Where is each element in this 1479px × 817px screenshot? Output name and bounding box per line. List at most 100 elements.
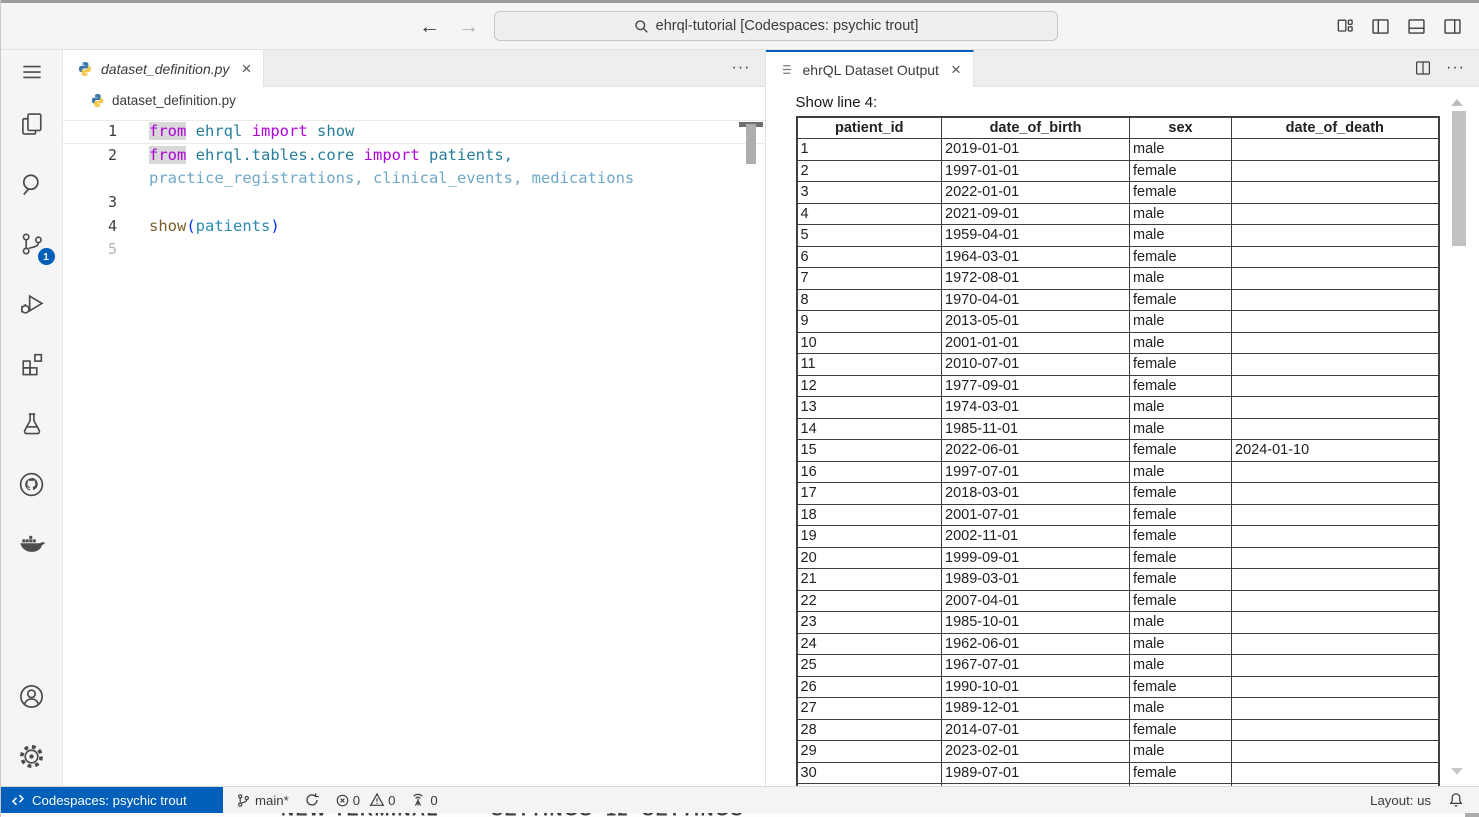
table-cell	[1232, 784, 1439, 787]
tab-close-icon[interactable]: ×	[951, 61, 961, 78]
table-cell	[1232, 375, 1439, 397]
run-debug-icon	[18, 290, 46, 318]
table-cell: 23	[797, 612, 942, 634]
table-cell: 2023-02-01	[942, 741, 1130, 763]
clipped-scrollbar-corner	[1465, 813, 1479, 817]
docker-button[interactable]	[1, 514, 63, 574]
table-cell: 8	[797, 289, 942, 311]
table-cell: 9	[797, 311, 942, 333]
table-cell: male	[1130, 741, 1232, 763]
table-cell: 1964-03-01	[942, 246, 1130, 268]
code-line[interactable]: 5	[63, 238, 765, 262]
breadcrumb[interactable]: dataset_definition.py	[63, 87, 765, 113]
code-line[interactable]: 2from ehrql.tables.core import patients,	[63, 144, 765, 168]
menu-button[interactable]	[1, 50, 63, 94]
status-bar-left: main* 0 0	[223, 792, 438, 808]
code-line[interactable]: 3	[63, 191, 765, 215]
code-line[interactable]: practice_registrations, clinical_events,…	[63, 167, 765, 191]
table-cell: 1989-03-01	[942, 569, 1130, 591]
table-cell: 2022-06-01	[942, 440, 1130, 462]
table-row: 131974-03-01male	[797, 397, 1439, 419]
table-cell	[1232, 741, 1439, 763]
line-number: 4	[63, 215, 117, 239]
code-line[interactable]: 1from ehrql import show	[63, 120, 765, 144]
table-row: 152022-06-01female2024-01-10	[797, 440, 1439, 462]
table-row: 261990-10-01female	[797, 676, 1439, 698]
split-editor-icon[interactable]	[1414, 59, 1432, 77]
table-cell: male	[1130, 332, 1232, 354]
accounts-button[interactable]	[1, 666, 63, 726]
extensions-button[interactable]	[1, 334, 63, 394]
table-cell: female	[1130, 676, 1232, 698]
title-bar: ← → ehrql-tutorial [Codespaces: psychic …	[1, 3, 1479, 50]
branch-indicator[interactable]: main*	[236, 793, 289, 808]
table-cell	[1232, 397, 1439, 419]
code-text: show(patients)	[117, 215, 280, 239]
back-arrow-icon[interactable]: ←	[419, 16, 440, 37]
table-cell: 2010-07-01	[942, 354, 1130, 376]
extensions-icon	[18, 350, 46, 378]
nav-arrows: ← →	[419, 16, 479, 37]
table-row: 251967-07-01male	[797, 655, 1439, 677]
scroll-up-arrow-icon[interactable]	[1451, 99, 1463, 106]
code-text: from ehrql import show	[117, 120, 354, 144]
table-cell	[1232, 676, 1439, 698]
editor-scrollbar-thumb[interactable]	[746, 124, 756, 164]
sync-button[interactable]	[304, 792, 320, 808]
warnings-icon	[369, 792, 385, 808]
table-cell: male	[1130, 139, 1232, 161]
table-cell: female	[1130, 762, 1232, 784]
github-button[interactable]	[1, 454, 63, 514]
table-cell	[1232, 182, 1439, 204]
panel-scrollbar-thumb[interactable]	[1452, 111, 1466, 246]
table-cell: 1967-07-01	[942, 655, 1130, 677]
more-actions-icon[interactable]: ···	[732, 59, 751, 77]
table-cell: male	[1130, 633, 1232, 655]
customize-layout-icon[interactable]	[1335, 16, 1355, 36]
table-cell: 2007-04-01	[942, 590, 1130, 612]
table-cell: 2024-01-10	[1232, 440, 1439, 462]
line-number: 5	[63, 238, 117, 262]
layout-indicator[interactable]: Layout: us	[1370, 793, 1431, 808]
toggle-primary-sidebar-icon[interactable]	[1370, 16, 1391, 37]
toggle-panel-icon[interactable]	[1406, 16, 1427, 37]
more-actions-icon[interactable]: ···	[1446, 59, 1465, 77]
code-line[interactable]: 4show(patients)	[63, 215, 765, 239]
command-center[interactable]: ehrql-tutorial [Codespaces: psychic trou…	[494, 11, 1058, 41]
table-cell: 1985-11-01	[942, 418, 1130, 440]
table-cell: 2001-07-01	[942, 504, 1130, 526]
bell-icon[interactable]	[1448, 792, 1464, 808]
table-cell: 27	[797, 698, 942, 720]
table-cell: female	[1130, 526, 1232, 548]
code-editor[interactable]: 1from ehrql import show2from ehrql.table…	[63, 113, 765, 786]
explorer-button[interactable]	[1, 94, 63, 154]
toggle-secondary-sidebar-icon[interactable]	[1442, 16, 1463, 37]
search-button[interactable]	[1, 154, 63, 214]
settings-button[interactable]	[1, 726, 63, 786]
column-header: date_of_death	[1232, 117, 1439, 139]
table-cell: 2022-01-01	[942, 182, 1130, 204]
table-cell: 24	[797, 633, 942, 655]
problems-indicator[interactable]: 0 0	[335, 792, 396, 808]
forward-arrow-icon[interactable]: →	[458, 16, 479, 37]
tab-dataset-definition[interactable]: dataset_definition.py ×	[63, 50, 264, 87]
docker-whale-icon	[17, 529, 47, 559]
scroll-down-arrow-icon[interactable]	[1451, 768, 1463, 775]
status-bar: Codespaces: psychic trout main*	[1, 786, 1479, 813]
table-cell	[1232, 246, 1439, 268]
table-cell: 1999-09-01	[942, 547, 1130, 569]
tab-ehrql-dataset-output[interactable]: ehrQL Dataset Output ×	[766, 50, 974, 87]
table-cell: 30	[797, 762, 942, 784]
table-cell: 1970-04-01	[942, 289, 1130, 311]
run-debug-button[interactable]	[1, 274, 63, 334]
table-cell: 1962-06-01	[942, 633, 1130, 655]
table-cell: 2019-01-01	[942, 139, 1130, 161]
source-control-button[interactable]: 1	[1, 214, 63, 274]
remote-indicator[interactable]: Codespaces: psychic trout	[1, 787, 223, 813]
testing-button[interactable]	[1, 394, 63, 454]
column-header: sex	[1130, 117, 1232, 139]
table-row: 211989-03-01female	[797, 569, 1439, 591]
vscode-window: ← → ehrql-tutorial [Codespaces: psychic …	[0, 0, 1479, 817]
tab-close-icon[interactable]: ×	[241, 60, 251, 77]
ports-indicator[interactable]: 0	[410, 792, 437, 808]
